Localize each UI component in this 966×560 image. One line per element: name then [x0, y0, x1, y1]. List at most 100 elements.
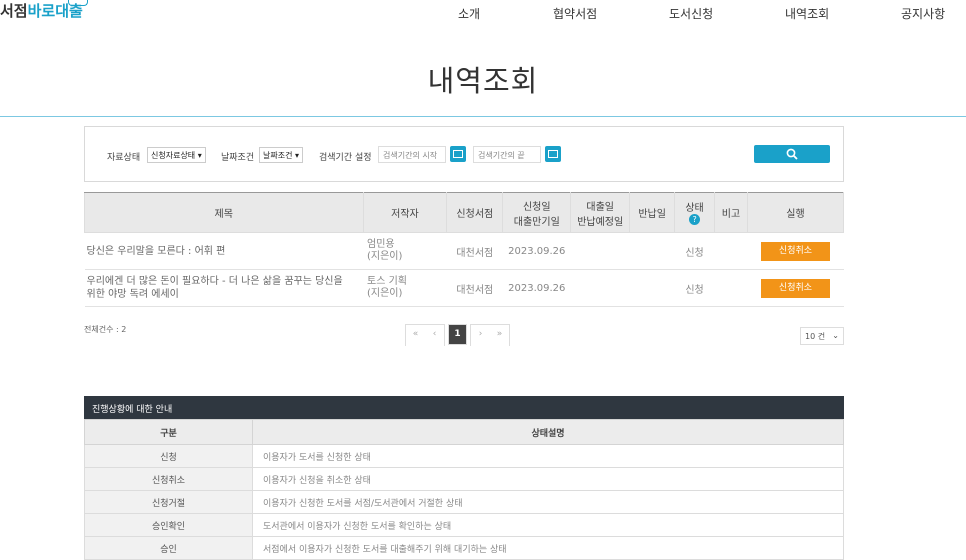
table-row: 우리에겐 더 많은 돈이 필요하다 - 더 나은 삶을 꿈꾸는 당신을위한 야망…	[84, 269, 844, 307]
row-title-line2: 위한 야망 독려 에세이	[86, 289, 179, 300]
col-action: 실행	[746, 192, 845, 233]
total-count: 전체건수 : 2	[84, 325, 127, 334]
status-select-value: 신청자료상태	[151, 151, 196, 160]
row-author-role: (지은이)	[367, 288, 403, 299]
row-author: 토스 기획 (지은이)	[363, 269, 447, 307]
nav-book-request[interactable]: 도서신청	[669, 5, 713, 22]
nav-history[interactable]: 내역조회	[785, 5, 829, 22]
date-condition-label: 날짜조건	[221, 153, 255, 163]
pager-prev-group: « ‹	[405, 324, 445, 346]
guide-row: 신청거절 이용자가 신청한 도서를 서점/도서관에서 거절한 상태	[84, 490, 844, 514]
row-date: 2023.09.26	[502, 269, 571, 307]
col-loan-date: 대출일반납예정일	[570, 192, 631, 233]
nav-partner-stores[interactable]: 협약서점	[553, 5, 597, 22]
guide-row-type: 신청취소	[84, 467, 253, 491]
nav-notice[interactable]: 공지사항	[901, 5, 945, 22]
row-title[interactable]: 우리에겐 더 많은 돈이 필요하다 - 더 나은 삶을 꿈꾸는 당신을위한 야망…	[84, 269, 363, 307]
guide-title: 진행상황에 대한 안내	[84, 396, 844, 419]
col-status: 상태?	[674, 192, 716, 233]
row-date: 2023.09.26	[502, 232, 571, 270]
row-store: 대천서점	[446, 269, 503, 307]
row-action: 신청취소	[747, 269, 844, 307]
per-page-value: 10 건	[805, 332, 826, 341]
logo-book-icon	[68, 0, 88, 6]
row-author-name: 토스 기획	[367, 276, 407, 287]
guide-row: 신청 이용자가 도서를 신청한 상태	[84, 444, 844, 468]
calendar-icon[interactable]	[450, 146, 466, 162]
col-status-label: 상태	[685, 203, 704, 215]
cancel-request-button[interactable]: 신청취소	[760, 241, 830, 261]
guide-row-type: 신청거절	[84, 490, 253, 514]
search-icon	[786, 148, 798, 160]
date-condition-value: 날짜조건	[263, 151, 293, 160]
row-title[interactable]: 당신은 우리말을 모른다 : 어휘 편	[84, 232, 363, 270]
row-title-line1: 우리에겐 더 많은 돈이 필요하다 - 더 나은 삶을 꿈꾸는 당신을	[86, 276, 343, 287]
col-request-date-l1: 신청일	[522, 201, 551, 213]
last-page-button[interactable]: »	[490, 325, 509, 346]
row-store: 대천서점	[446, 232, 503, 270]
col-return-date: 반납일	[629, 192, 676, 233]
guide-row-desc: 도서관에서 이용자가 신청한 도서를 확인하는 상태	[252, 513, 844, 537]
guide-row-type: 승인	[84, 536, 253, 560]
col-request-date: 신청일대출만기일	[502, 192, 572, 233]
guide-row: 승인확인 도서관에서 이용자가 신청한 도서를 확인하는 상태	[84, 513, 844, 537]
guide-row-desc: 이용자가 신청한 도서를 서점/도서관에서 거절한 상태	[252, 490, 844, 514]
col-loan-date-l1: 대출일	[586, 201, 614, 213]
row-author: 엄민용 (지은이)	[363, 232, 447, 270]
row-status: 신청	[674, 269, 715, 307]
table-row: 당신은 우리말을 모른다 : 어휘 편 엄민용 (지은이) 대천서점 2023.0…	[84, 232, 844, 270]
cancel-request-button[interactable]: 신청취소	[760, 278, 830, 298]
search-button[interactable]	[754, 145, 830, 163]
help-icon[interactable]: ?	[689, 214, 701, 226]
period-end-input[interactable]: 검색기간의 끝	[473, 146, 541, 163]
row-title-line1: 당신은 우리말을 모른다 : 어휘 편	[86, 245, 226, 257]
row-note	[714, 232, 748, 270]
row-action: 신청취소	[747, 232, 844, 270]
site-logo[interactable]: 서점바로대출	[0, 0, 88, 21]
col-store: 신청서점	[446, 192, 504, 233]
col-request-date-l2: 대출만기일	[513, 216, 560, 228]
calendar-icon[interactable]	[545, 146, 561, 162]
per-page-select[interactable]: 10 건 ⌄	[800, 327, 844, 345]
page-title: 내역조회	[427, 64, 539, 98]
chevron-down-icon: ⌄	[832, 331, 839, 340]
search-panel: 자료상태 신청자료상태 ▾ 날짜조건 날짜조건 ▾ 검색기간 설정 검색기간의 …	[84, 126, 844, 182]
next-page-button[interactable]: ›	[471, 325, 490, 346]
guide-row-desc: 이용자가 신청을 취소한 상태	[252, 467, 844, 491]
status-guide-table: 구분 상태설명 신청 이용자가 도서를 신청한 상태 신청취소 이용자가 신청을…	[84, 419, 844, 560]
prev-page-button[interactable]: ‹	[425, 325, 444, 346]
row-return-date	[629, 232, 675, 270]
row-author-role: (지은이)	[367, 251, 403, 262]
row-loan-date	[570, 269, 630, 307]
row-status: 신청	[674, 232, 715, 270]
first-page-button[interactable]: «	[406, 325, 425, 346]
status-label: 자료상태	[107, 153, 141, 163]
pagination: « ‹ 1 › »	[405, 324, 510, 346]
guide-header-row: 구분 상태설명	[84, 419, 844, 445]
status-select[interactable]: 신청자료상태 ▾	[147, 147, 206, 163]
guide-col-type: 구분	[84, 419, 253, 445]
guide-row: 신청취소 이용자가 신청을 취소한 상태	[84, 467, 844, 491]
guide-row-desc: 서점에서 이용자가 신청한 도서를 대출해주기 위해 대기하는 상태	[252, 536, 844, 560]
pager-next-group: › »	[470, 324, 510, 346]
guide-row: 승인 서점에서 이용자가 신청한 도서를 대출해주기 위해 대기하는 상태	[84, 536, 844, 560]
row-return-date	[629, 269, 675, 307]
nav-intro[interactable]: 소개	[458, 5, 480, 22]
period-start-input[interactable]: 검색기간의 시작	[378, 146, 446, 163]
guide-row-desc: 이용자가 도서를 신청한 상태	[252, 444, 844, 468]
col-loan-date-l2: 반납예정일	[577, 216, 624, 228]
period-label: 검색기간 설정	[319, 153, 372, 163]
row-loan-date	[570, 232, 630, 270]
col-author: 저작자	[362, 192, 448, 233]
top-header: 서점바로대출 소개 협약서점 도서신청 내역조회 공지사항	[0, 0, 966, 24]
history-table: 제목 저작자 신청서점 신청일 대출만기일 대출일 반납예정일 반납일 상태? 비고…	[84, 192, 845, 307]
page-button-current[interactable]: 1	[448, 324, 467, 345]
row-author-name: 엄민용	[367, 239, 395, 250]
guide-row-type: 신청	[84, 444, 253, 468]
date-condition-select[interactable]: 날짜조건 ▾	[259, 147, 304, 163]
logo-text-part1: 서점	[0, 2, 28, 20]
guide-row-type: 승인확인	[84, 513, 253, 537]
col-note: 비고	[714, 192, 748, 233]
row-note	[714, 269, 748, 307]
table-header-row: 제목 저작자 신청서점 신청일 대출만기일 대출일 반납예정일 반납일 상태? 비고…	[84, 192, 845, 233]
